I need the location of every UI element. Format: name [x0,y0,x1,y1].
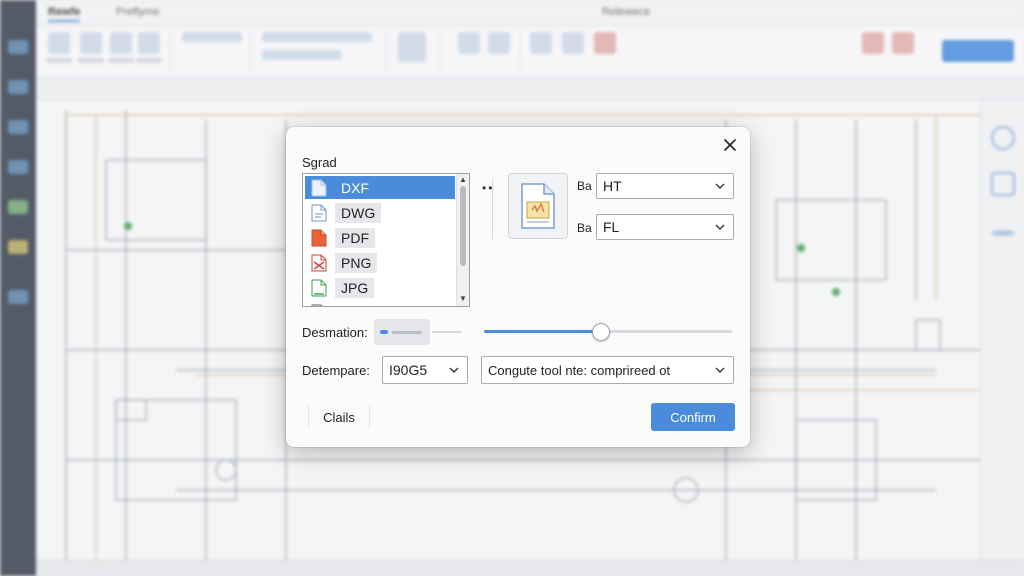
divider [492,179,493,239]
format-label: PDF [335,227,375,248]
dialog-title: Sgrad [302,155,337,170]
list-scrollbar[interactable]: ▲ ▼ [456,174,469,306]
preview-card [508,173,568,239]
property-label: Ba [577,179,592,193]
format-label: DWG [335,202,382,223]
scroll-thumb[interactable] [460,186,466,266]
slider-knob[interactable] [591,323,610,341]
format-item-dxf[interactable]: DXF [305,176,455,199]
select-value: I90G5 [389,362,428,378]
destination-slider[interactable] [484,323,732,341]
close-icon [724,139,736,151]
file-icon [311,304,324,306]
date-template-select[interactable]: I90G5 [382,356,468,384]
select-value: HT [603,178,622,194]
format-label: JPG [335,277,375,298]
format-label: DXF [341,179,369,196]
select-value: Congute tool nte: comprireed ot [488,362,671,378]
close-button[interactable] [718,133,742,157]
format-item-pdf[interactable]: PDF [305,226,455,249]
pdf-file-icon [311,229,327,246]
compression-select[interactable]: Congute tool nte: comprireed ot [481,356,734,384]
scroll-up-icon[interactable]: ▲ [459,175,467,184]
destination-label: Desmation: [302,325,368,340]
destination-mini-control[interactable] [374,319,464,345]
format-item-jpg[interactable]: JPG [305,276,455,299]
dwg-file-icon [311,204,327,221]
date-template-label: Detempare: [302,363,370,378]
property-select-1[interactable]: HT [596,173,734,199]
document-preview-icon [521,183,555,229]
format-item-partial[interactable] [305,301,455,306]
scroll-down-icon[interactable]: ▼ [459,294,467,303]
slider-fill [484,330,601,333]
property-label: Ba [577,221,592,235]
export-dialog: Sgrad DXF DWG PDF PNG JPG ▲ ▼ •• Ba HT B… [286,127,750,447]
property-select-2[interactable]: FL [596,214,734,240]
chevron-down-icon [449,367,459,373]
cancel-button[interactable]: Clails [308,405,370,429]
select-value: FL [603,219,620,235]
dxf-file-icon [311,179,327,196]
chevron-down-icon [715,183,725,189]
format-list[interactable]: DXF DWG PDF PNG JPG ▲ ▼ [302,173,470,307]
format-item-png[interactable]: PNG [305,251,455,274]
confirm-button[interactable]: Confirm [651,403,735,431]
chevron-down-icon [715,224,725,230]
jpg-file-icon [311,279,327,296]
png-file-icon [311,254,327,271]
chevron-down-icon [715,367,725,373]
format-item-dwg[interactable]: DWG [305,201,455,224]
format-label: PNG [335,252,378,273]
